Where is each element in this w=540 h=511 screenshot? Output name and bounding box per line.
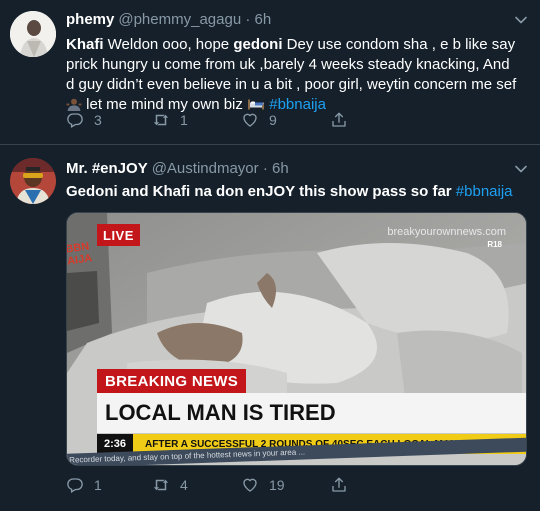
display-name[interactable]: phemy: [66, 11, 114, 28]
like-count: 19: [269, 477, 285, 493]
avatar[interactable]: [10, 11, 56, 57]
avatar[interactable]: [10, 158, 56, 204]
tweet-text: Gedoni and Khafi na don enJOY this show …: [66, 182, 521, 202]
reply-icon: [67, 113, 83, 128]
avatar-photo: [10, 11, 56, 57]
chevron-down-icon[interactable]: [514, 162, 528, 176]
like-count: 9: [269, 112, 277, 128]
text-segment: Gedoni and Khafi na don enJOY this show …: [66, 183, 456, 200]
separator-dot: ·: [245, 11, 251, 28]
share-icon: [332, 477, 346, 492]
share-icon: [332, 112, 346, 127]
user-handle[interactable]: @phemmy_agagu: [118, 11, 241, 28]
reply-button[interactable]: 3: [66, 111, 102, 129]
retweet-count: 1: [180, 112, 188, 128]
retweet-button[interactable]: 4: [152, 476, 188, 494]
retweet-icon: [153, 114, 169, 126]
mention-gedoni[interactable]: gedoni: [233, 36, 282, 53]
retweet-icon: [153, 479, 169, 491]
heart-icon: [243, 478, 257, 492]
rating-badge: R18: [487, 240, 502, 249]
news-headline: LOCAL MAN IS TIRED: [97, 393, 526, 433]
tweet-header: phemy @phemmy_agagu · 6h: [66, 11, 271, 28]
display-name[interactable]: Mr. #enJOY: [66, 160, 148, 177]
user-handle[interactable]: @Austindmayor: [152, 160, 259, 177]
media-image[interactable]: BBN AIJA LIVE breakyourownnews.com R18 B…: [66, 212, 527, 466]
tweet[interactable]: phemy @phemmy_agagu · 6h Khafi Weldon ooo…: [0, 0, 540, 145]
chevron-down-icon[interactable]: [514, 13, 528, 27]
watermark: breakyourownnews.com: [387, 226, 506, 238]
tweet-actions: 1 4 19: [66, 476, 366, 496]
retweet-count: 4: [180, 477, 188, 493]
tweet-header: Mr. #enJOY @Austindmayor · 6h: [66, 160, 289, 177]
reply-button[interactable]: 1: [66, 476, 102, 494]
man-shrugging-icon: [66, 98, 82, 111]
like-button[interactable]: 9: [241, 111, 277, 129]
reply-count: 3: [94, 112, 102, 128]
bed-icon: [248, 99, 265, 110]
share-button[interactable]: [330, 111, 348, 129]
hashtag-link[interactable]: #bbnaija: [456, 183, 513, 200]
reply-icon: [67, 478, 83, 493]
heart-icon: [243, 113, 257, 127]
timestamp[interactable]: 6h: [255, 11, 272, 28]
timestamp[interactable]: 6h: [272, 160, 289, 177]
retweet-button[interactable]: 1: [152, 111, 188, 129]
reply-count: 1: [94, 477, 102, 493]
tweet[interactable]: Mr. #enJOY @Austindmayor · 6h Gedoni and …: [0, 146, 540, 511]
breaking-news-label: BREAKING NEWS: [97, 369, 247, 393]
text-segment: Weldon ooo, hope: [103, 36, 234, 53]
share-button[interactable]: [330, 476, 348, 494]
avatar-photo: [10, 158, 56, 204]
tweet-text: Khafi Weldon ooo, hope gedoni Dey use co…: [66, 35, 521, 115]
like-button[interactable]: 19: [241, 476, 285, 494]
mention-khafi[interactable]: Khafi: [66, 36, 104, 53]
live-badge: LIVE: [97, 224, 140, 246]
tweet-actions: 3 1 9: [66, 111, 366, 131]
separator-dot: ·: [262, 160, 268, 177]
